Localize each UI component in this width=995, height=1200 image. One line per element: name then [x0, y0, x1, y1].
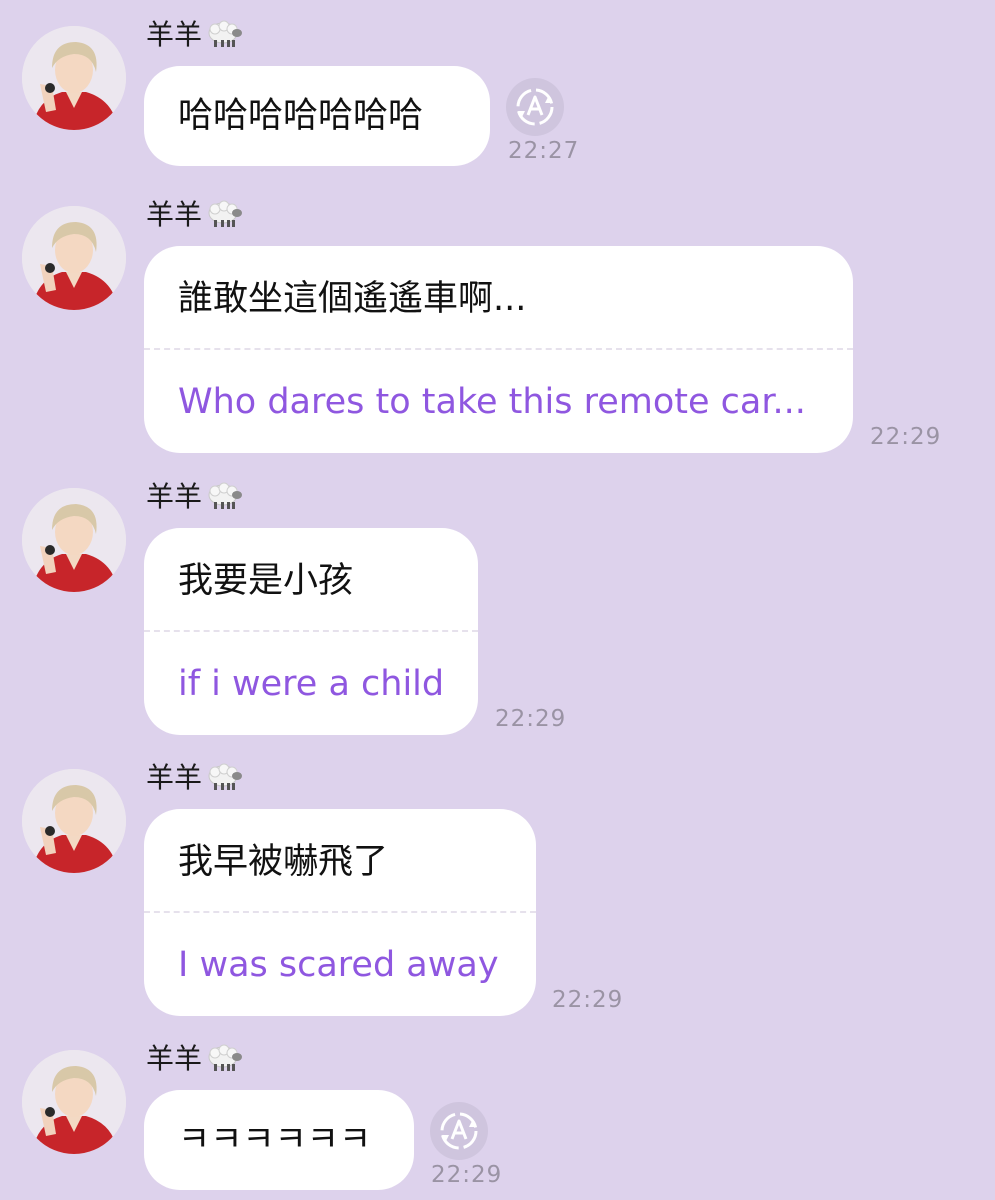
- timestamp: 22:27: [508, 138, 580, 164]
- timestamp: 22:29: [870, 424, 942, 450]
- translation-divider: [144, 630, 478, 632]
- avatar-image: [22, 26, 126, 130]
- avatar[interactable]: [22, 769, 126, 873]
- avatar-image: [22, 1050, 126, 1154]
- avatar-image: [22, 488, 126, 592]
- avatar-image: [22, 206, 126, 310]
- message-bubble[interactable]: 我要是小孩 if i were a child: [144, 528, 478, 735]
- message-text: ㅋㅋㅋㅋㅋㅋ: [178, 1120, 372, 1160]
- translation-divider: [144, 348, 853, 350]
- sender-name-text: 羊羊: [146, 480, 203, 513]
- avatar-image: [22, 769, 126, 873]
- translate-button[interactable]: [430, 1102, 488, 1160]
- translation-text: if i were a child: [178, 664, 445, 704]
- translation-text: Who dares to take this remote car...: [178, 382, 806, 422]
- translate-icon: [516, 88, 554, 126]
- sheep-icon: [208, 200, 243, 227]
- translation-divider: [144, 911, 536, 913]
- message-bubble[interactable]: 我早被嚇飛了 I was scared away: [144, 809, 536, 1016]
- avatar[interactable]: [22, 206, 126, 310]
- sheep-icon: [208, 763, 243, 790]
- timestamp: 22:29: [495, 706, 567, 732]
- message-text: 誰敢坐這個遙遙車啊...: [178, 279, 527, 319]
- sender-name: 羊羊: [146, 1042, 244, 1076]
- sheep-icon: [208, 482, 243, 509]
- sender-name-text: 羊羊: [146, 1042, 203, 1075]
- message-bubble[interactable]: ㅋㅋㅋㅋㅋㅋ: [144, 1090, 414, 1190]
- sender-name-text: 羊羊: [146, 198, 203, 231]
- avatar[interactable]: [22, 488, 126, 592]
- sender-name: 羊羊: [146, 18, 244, 52]
- translate-button[interactable]: [506, 78, 564, 136]
- sheep-icon: [208, 1044, 243, 1071]
- message-text: 我要是小孩: [178, 561, 354, 601]
- sender-name-text: 羊羊: [146, 18, 203, 51]
- message-bubble[interactable]: 哈哈哈哈哈哈哈: [144, 66, 490, 166]
- message-bubble[interactable]: 誰敢坐這個遙遙車啊... Who dares to take this remo…: [144, 246, 853, 453]
- sender-name: 羊羊: [146, 480, 244, 514]
- timestamp: 22:29: [552, 987, 624, 1013]
- translate-icon: [440, 1112, 478, 1150]
- sender-name: 羊羊: [146, 198, 244, 232]
- sender-name-text: 羊羊: [146, 761, 203, 794]
- avatar[interactable]: [22, 1050, 126, 1154]
- avatar[interactable]: [22, 26, 126, 130]
- message-text: 我早被嚇飛了: [178, 842, 389, 882]
- sender-name: 羊羊: [146, 761, 244, 795]
- sheep-icon: [208, 20, 243, 47]
- timestamp: 22:29: [431, 1162, 503, 1188]
- translation-text: I was scared away: [178, 945, 499, 985]
- message-text: 哈哈哈哈哈哈哈: [178, 96, 424, 136]
